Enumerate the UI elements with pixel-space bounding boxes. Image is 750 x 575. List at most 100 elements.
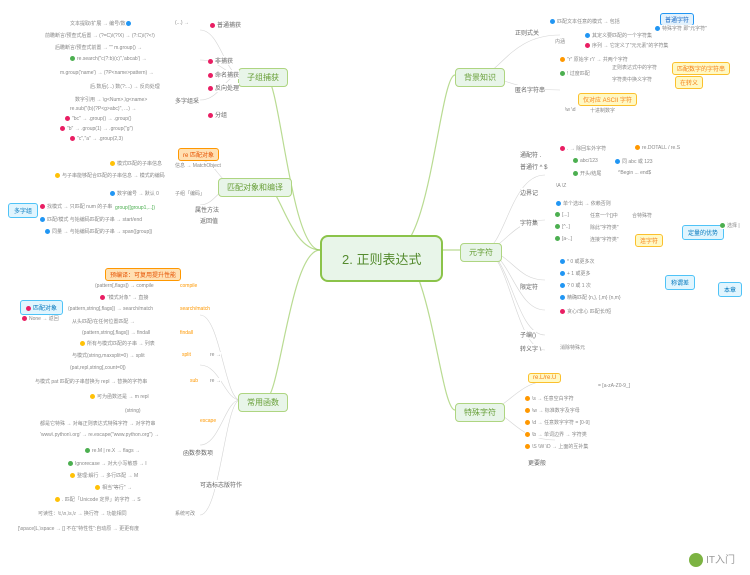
r-o: 合特殊符 [632, 212, 652, 219]
r-sidefar: 选择 | [720, 222, 740, 229]
tl-a: (...) → [175, 20, 189, 26]
tl-k: 数字引用 → \g<Num>,\g<name> [75, 96, 147, 103]
bl-h: 与模式(string,maxsplit=0) → split [72, 352, 145, 359]
bl-o: (string) [125, 408, 141, 414]
wechat-icon [689, 553, 703, 567]
tr-num: 匹配数字的字符串 [672, 62, 730, 75]
tl-n: 分组 [208, 110, 227, 119]
bl-q: 都是它特殊 → 对每正则表达式特殊字符 → 对字符串 [40, 420, 156, 427]
bl-b: "模式对象" → 直接 [100, 294, 148, 301]
tr-g: 序列 → 它定义了"元元素"的字符集 [585, 42, 668, 49]
tl-i: 命名捕获 [208, 70, 239, 79]
r-h: ^Begin ... end$ [618, 170, 651, 176]
r-p3: 消除特殊元 [560, 344, 585, 351]
r-l: 单个选出 → 依赖否则 [556, 200, 611, 207]
branch-r: 元字符 [460, 243, 502, 262]
tl-c: 文本提取/扩展 → 编号/数 [70, 20, 133, 27]
bl-fa: findall [180, 330, 193, 336]
side-left: 多字组 [8, 203, 38, 218]
tr-k: 正则表达式中的字符 [612, 64, 657, 71]
ml-k: 同量 → 与始编码匹配的子串 → span([group]) [45, 228, 152, 235]
r-p: [^..] [555, 224, 570, 230]
bl-e: 从头匹配/在任何位置匹配 → [72, 318, 135, 325]
bl-w: 相当"等行" → [95, 484, 132, 491]
bl-l: 与模式 pat 匹配的子串替换为 repl → 替换的字符串 [35, 378, 147, 385]
tr-b: 匹配文本任意的模式 → 包括 [550, 18, 620, 25]
r-j: \A \Z [556, 183, 566, 189]
tr-i: "r" 原始字 r'\' → 共两个字符 [560, 56, 628, 63]
r-meta: 连字符 [635, 234, 663, 247]
r-r: [a-..] [555, 236, 572, 242]
r-p1: 子编() [520, 330, 536, 339]
bl-c: (pattern,string[,flags]) → search/match [68, 306, 153, 312]
bl-v: 整理:解行 → 多行匹配 → M [70, 472, 138, 479]
bl-g: 所有与模式匹配的子串 → 列表 [80, 340, 155, 347]
r-v: + 1 或更多 [560, 270, 590, 277]
br-c: \w → 标准数字及字母 [525, 407, 580, 414]
bl-m: re → [210, 378, 221, 384]
r-a: 通配符 . [520, 150, 541, 159]
watermark: IT入门 [689, 551, 735, 567]
bl-f: (pattern,string[,flags]) → findall [82, 330, 150, 336]
bl-s: re.M | re.X → flags → [85, 448, 140, 454]
bl-sm: search/match [180, 306, 210, 312]
branch-br: 特殊字符 [455, 403, 505, 422]
tl-j: 后.数后(...) 数(?:...) → 反向处理 [90, 83, 160, 90]
tr-f: 其定义要匹配的一个字符集 [585, 32, 652, 39]
r-u: * 0 或更多次 [560, 258, 595, 265]
bl-i: (pat,repl,string[,count=0]) [70, 365, 126, 371]
ml-c: 与子串能够配合匹配的子串信息 → 模式的编码 [55, 172, 165, 179]
bl-esc: escape [200, 418, 216, 424]
r-e: abc/123 [573, 158, 598, 164]
tl-h: m.group('name') → (?P<name>pattern) → [60, 70, 154, 76]
r-q: 除此"字符类" [590, 224, 619, 231]
tr-ascii: 仅对应 ASCII 字符 [578, 93, 637, 106]
tl-jr: 反向处理 [208, 83, 239, 92]
tr-e: 内涵 [555, 38, 565, 45]
bl-j: re → [210, 352, 221, 358]
ml-h: 属性方法 [195, 205, 219, 214]
r-p2: 转义字 \ [520, 344, 541, 353]
br-b: = [a-zA-Z0-9_] [598, 383, 630, 389]
branch-tr: 背景知识 [455, 68, 505, 87]
tr-j: ! 过度匹配 [560, 70, 590, 77]
r-w: ? 0 或 1 次 [560, 282, 591, 289]
ml-f: group([group1,...]) [115, 205, 155, 211]
r-y: 贪心/非心 匹配长/短 [560, 308, 611, 315]
br-rel: re.L/re.U [528, 373, 561, 383]
r-t: 限定符 [520, 282, 538, 291]
r-g: 开头/结尾 [573, 170, 601, 177]
r-n: 任意一个[]中 [590, 212, 618, 219]
ml-i: 匹配/模式 与始编码匹配的子串 → start/end [40, 216, 142, 223]
r-s: 连接"字符类" [590, 236, 619, 243]
tl-o: "bc" → .group() → .group() [65, 116, 131, 122]
ml-re: re 匹配对象 [178, 148, 219, 161]
branch-ml: 匹配对象和编译 [218, 178, 292, 197]
bl-z: 可读性：\t,\n,\s,\r → 换行符 → 功能相同 [38, 510, 127, 517]
br-a: \s → 任意空白字符 [525, 395, 574, 402]
ml-a: 信息 → MatchObject [175, 162, 221, 169]
tl-d: 前瞻断言/预查式后置 → (?=C)/(?!X) → (?:C)/(?<!) [45, 32, 155, 39]
tl-l: 多字组采 [175, 96, 199, 105]
tl-g: 非捕获 [208, 56, 233, 65]
tl-q: "c","a" → .group(2,3) [70, 136, 123, 142]
tr-a: 正则式关 [515, 28, 539, 37]
ml-e: 子组「编码」 [175, 190, 205, 197]
bl-u: Ignorecase → 对大小写敏感 → I [68, 460, 147, 467]
bl-d: None → 返回 [22, 315, 59, 322]
tl-b: 普通捕获 [210, 20, 241, 29]
r-i: 边界记 [520, 188, 538, 197]
tr-h: 匿名字符串 [515, 85, 545, 94]
bl-sub: sub [190, 378, 198, 384]
branch-tl: 子组捕获 [238, 68, 288, 87]
ml-j: 返回值 [200, 216, 218, 225]
tl-p: "b" → .group(1) → .group("g") [60, 126, 133, 132]
tl-f: re.search("c(?:b)(c)",'abcab') → [70, 56, 147, 62]
tr-d: 特殊字符 即"元字符" [655, 25, 707, 32]
br-e: \b → 单词边界 → 字符类 [525, 431, 587, 438]
r-f: 同 abc 或 123 [615, 158, 653, 165]
bl-a: (pattern[,flags]) → compile [95, 283, 154, 289]
bl-r: 'www\.python\.org' → re.escape("www.pyth… [40, 432, 159, 438]
tr-n: 十进制数字 [590, 107, 615, 114]
side-rmid: 定量的优势 [682, 225, 724, 240]
